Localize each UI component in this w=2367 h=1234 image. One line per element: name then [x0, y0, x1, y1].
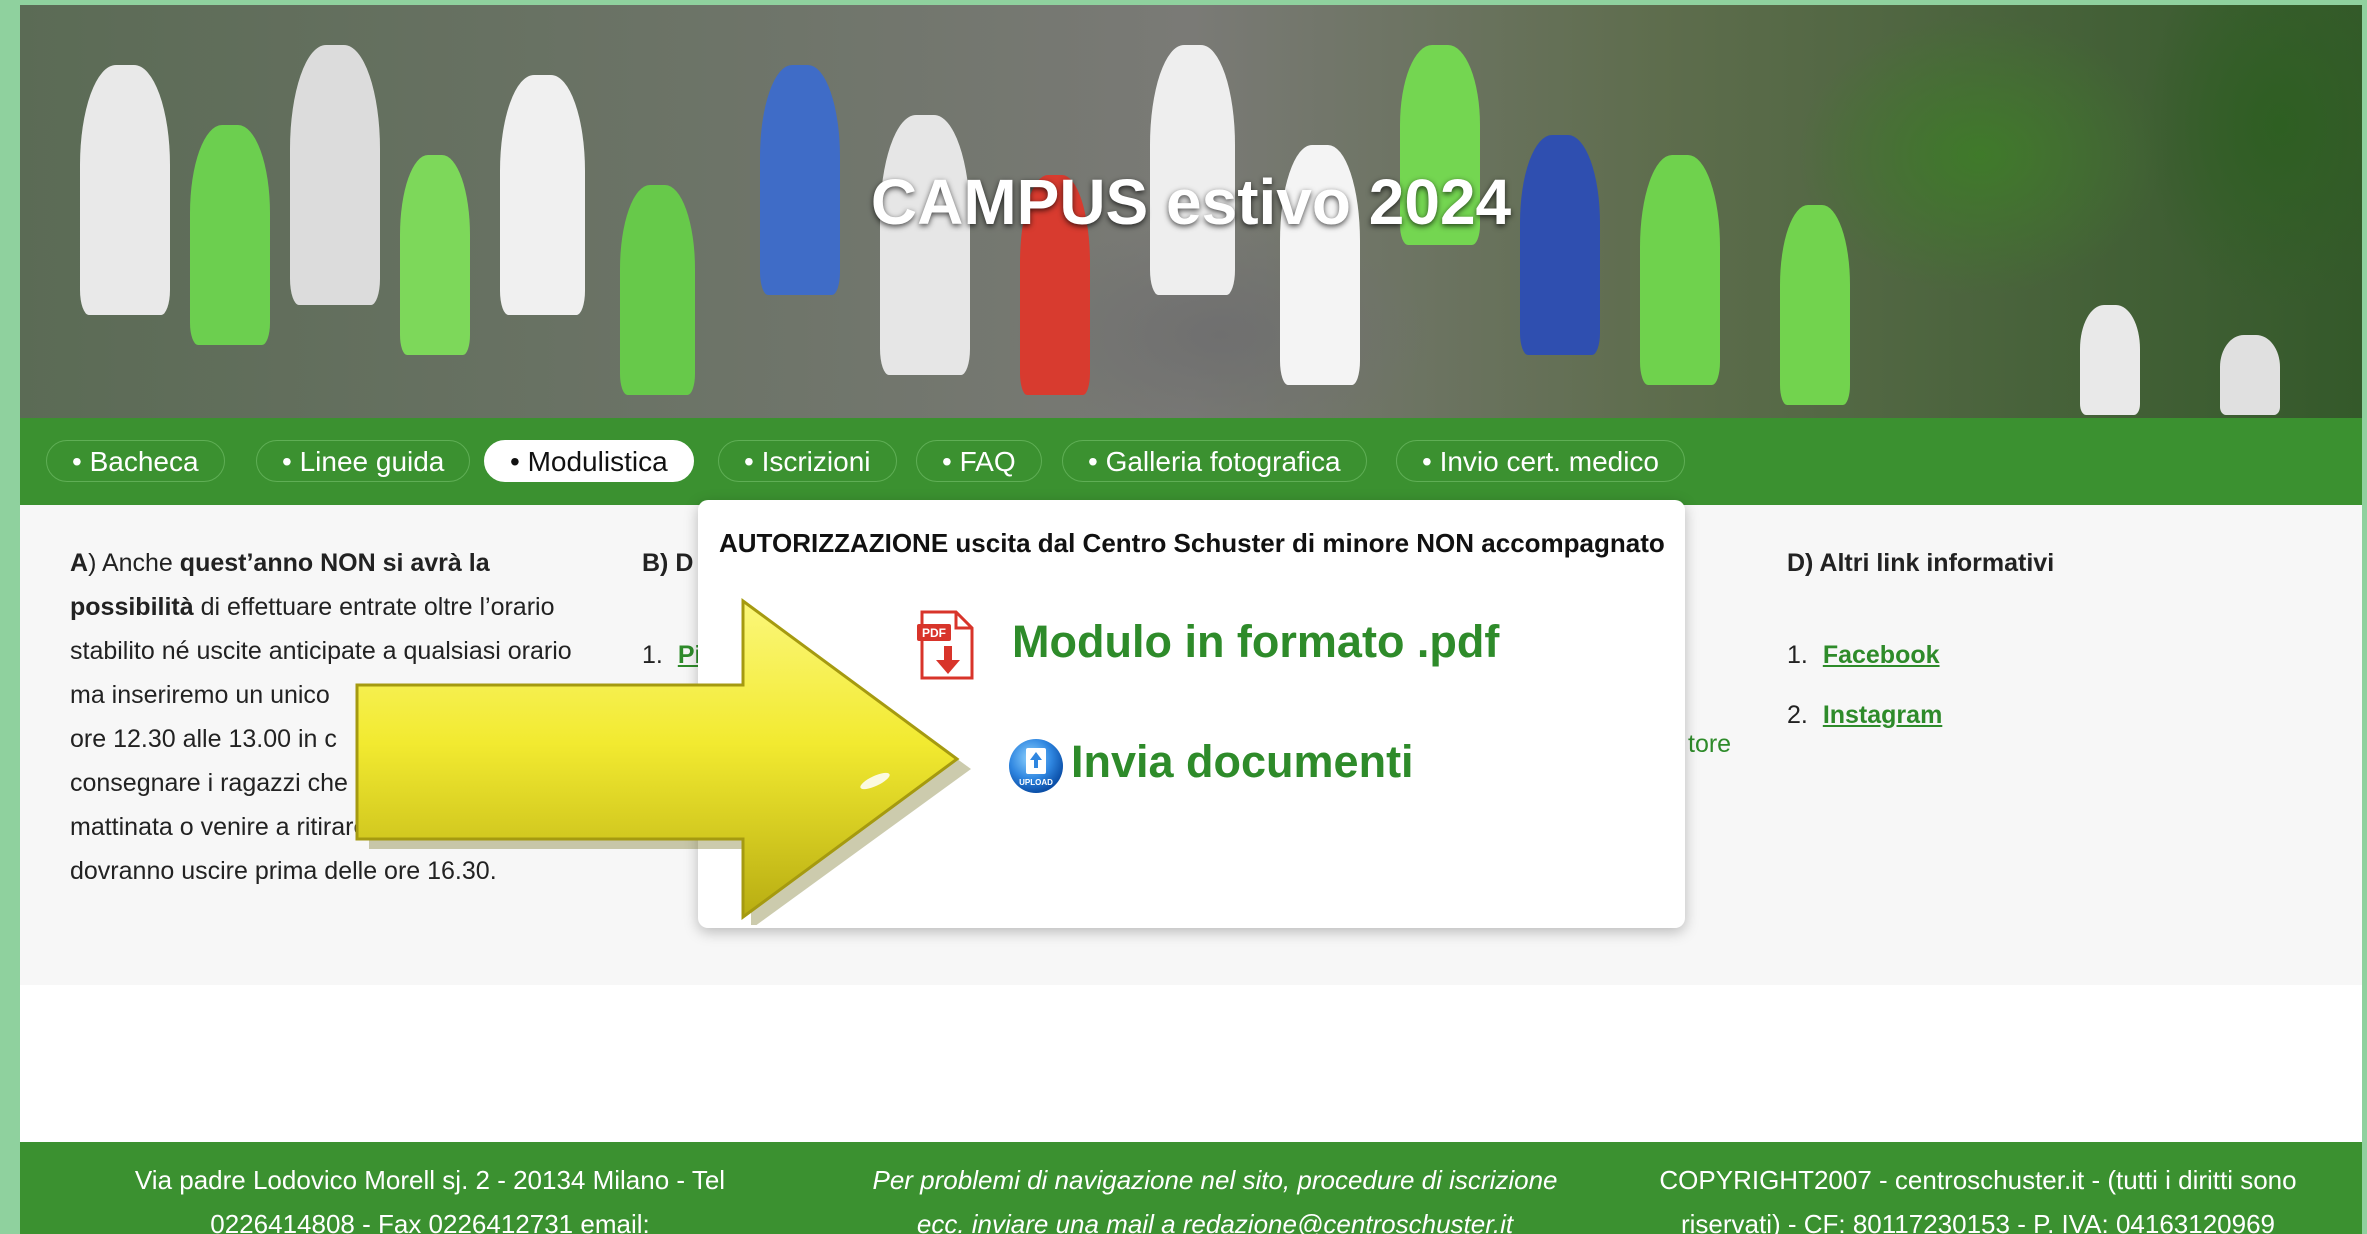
arrow-icon — [355, 598, 971, 925]
page: CAMPUS estivo 2024 • Bacheca • Linee gui… — [20, 5, 2362, 1234]
nav-bacheca[interactable]: • Bacheca — [46, 440, 225, 482]
hero-title: CAMPUS estivo 2024 — [870, 166, 1512, 238]
upload-icon[interactable]: UPLOAD — [1008, 738, 1064, 794]
footer-address: Via padre Lodovico Morell sj. 2 - 20134 … — [134, 1165, 726, 1234]
list-item: 2. Instagram — [1787, 701, 1943, 729]
nav-modulistica[interactable]: • Modulistica — [484, 440, 694, 482]
hero-banner: CAMPUS estivo 2024 — [20, 5, 2362, 418]
facebook-link[interactable]: Facebook — [1823, 641, 1940, 669]
main-nav: • Bacheca • Linee guida • Modulistica • … — [20, 418, 2362, 505]
nav-linee-guida[interactable]: • Linee guida — [256, 440, 471, 482]
nav-galleria-fotografica[interactable]: • Galleria fotografica — [1062, 440, 1367, 482]
column-d: D) Altri link informativi 1. Facebook 2.… — [1787, 541, 2054, 737]
email-link[interactable]: redazione@centroschuster.it — [1183, 1209, 1513, 1234]
nav-iscrizioni[interactable]: • Iscrizioni — [718, 440, 897, 482]
send-documents-link[interactable]: Invia documenti — [1071, 736, 1414, 788]
nav-invio-cert-medico[interactable]: • Invio cert. medico — [1396, 440, 1686, 482]
footer: Via padre Lodovico Morell sj. 2 - 20134 … — [20, 1142, 2362, 1234]
footer-support: Per problemi di navigazione nel sito, pr… — [810, 1158, 1620, 1234]
column-b-heading: B) D — [642, 549, 694, 577]
pdf-module-link[interactable]: Modulo in formato .pdf — [1012, 616, 1499, 668]
popup-title: AUTORIZZAZIONE uscita dal Centro Schuste… — [719, 528, 1665, 558]
svg-text:UPLOAD: UPLOAD — [1019, 778, 1053, 787]
column-c-fragment: tore — [1688, 730, 1732, 758]
column-a-line: A) Anche quest’anno NON si avrà la — [70, 549, 490, 577]
instagram-link[interactable]: Instagram — [1823, 701, 1942, 729]
footer-copyright: COPYRIGHT2007 - centroschuster.it - (tut… — [1659, 1165, 2297, 1234]
list-item: 1. Facebook — [1787, 641, 1940, 669]
column-d-heading: D) Altri link informativi — [1787, 549, 2055, 577]
nav-faq[interactable]: • FAQ — [916, 440, 1042, 482]
